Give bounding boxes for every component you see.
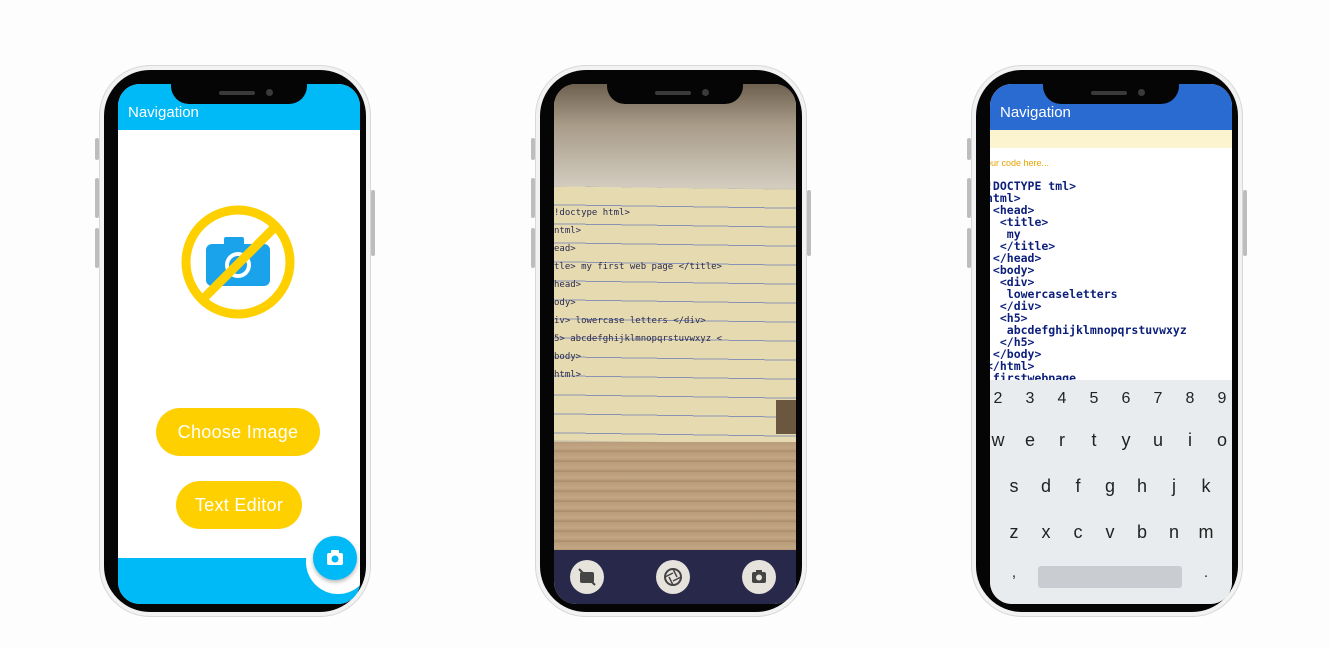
key[interactable]: b — [1130, 522, 1154, 543]
editor-toolbar — [990, 130, 1232, 148]
key[interactable]: 9 — [1210, 390, 1232, 408]
handwritten-paper — [554, 186, 796, 444]
camera-icon — [327, 550, 343, 565]
key[interactable]: o — [1210, 430, 1232, 451]
key[interactable]: c — [1066, 522, 1090, 543]
key[interactable]: x — [1034, 522, 1058, 543]
shutter-icon — [664, 568, 682, 586]
key[interactable]: j — [1162, 476, 1186, 497]
key[interactable]: y — [1114, 430, 1138, 451]
text-editor-button[interactable]: Text Editor — [176, 481, 302, 529]
handwriting-line: body> — [554, 352, 582, 362]
key[interactable]: 4 — [1050, 390, 1074, 408]
key[interactable]: n — [1162, 522, 1186, 543]
handwriting-line: ead> — [554, 244, 576, 254]
handwriting-line: ntml> — [554, 226, 582, 236]
notch — [1043, 74, 1179, 104]
choose-image-button[interactable]: Choose Image — [156, 408, 320, 456]
app-bar-title: Navigation — [128, 104, 199, 121]
key[interactable]: m — [1194, 522, 1218, 543]
comma-key[interactable]: , — [1002, 564, 1026, 581]
notch — [171, 74, 307, 104]
key[interactable]: t — [1082, 430, 1106, 451]
handwriting-line: 5> abcdefghijklmnopqrstuvwxyz < — [554, 334, 722, 344]
camera-preview: !doctype html> ntml> ead> tle> my first … — [554, 84, 796, 550]
key[interactable]: z — [1002, 522, 1026, 543]
soft-keyboard: 2 3 4 5 6 7 8 9 w e r t y u i o s d f g … — [990, 380, 1232, 604]
key[interactable]: w — [990, 430, 1010, 451]
key[interactable]: g — [1098, 476, 1122, 497]
code-placeholder: our code here... — [990, 158, 1050, 168]
camera-off-icon — [578, 568, 596, 586]
camera-toolbar — [554, 550, 796, 604]
handwriting-line: tle> my first web page </title> — [554, 262, 722, 272]
shutter-button[interactable] — [656, 560, 690, 594]
no-photo-icon — [181, 205, 295, 319]
key[interactable]: 6 — [1114, 390, 1138, 408]
key[interactable]: e — [1018, 430, 1042, 451]
camera-fab-button[interactable] — [313, 536, 357, 580]
key[interactable]: 2 — [990, 390, 1010, 408]
app-bar-title: Navigation — [1000, 104, 1071, 121]
key[interactable]: 8 — [1178, 390, 1202, 408]
key[interactable]: r — [1050, 430, 1074, 451]
handwriting-line: html> — [554, 370, 582, 380]
key[interactable]: h — [1130, 476, 1154, 497]
key[interactable]: u — [1146, 430, 1170, 451]
key[interactable]: d — [1034, 476, 1058, 497]
key[interactable]: k — [1194, 476, 1218, 497]
phone-home-screen: Navigation Choose Image Text Editor — [95, 66, 375, 616]
switch-camera-button[interactable] — [742, 560, 776, 594]
code-editor[interactable]: !DOCTYPE tml> html> <head> <title> my </… — [990, 180, 1187, 384]
key[interactable]: f — [1066, 476, 1090, 497]
handwriting-line: iv> lowercase letters </div> — [554, 316, 706, 326]
space-key[interactable] — [1038, 566, 1182, 588]
phone-camera-screen: !doctype html> ntml> ead> tle> my first … — [531, 66, 811, 616]
switch-camera-icon — [752, 570, 766, 583]
key[interactable]: 7 — [1146, 390, 1170, 408]
handwriting-line: ody> — [554, 298, 576, 308]
camera-off-button[interactable] — [570, 560, 604, 594]
notch — [607, 74, 743, 104]
handwriting-line: head> — [554, 280, 582, 290]
period-key[interactable]: . — [1194, 564, 1218, 581]
key[interactable]: 5 — [1082, 390, 1106, 408]
key[interactable]: v — [1098, 522, 1122, 543]
handwriting-line: !doctype html> — [554, 208, 630, 218]
key[interactable]: 3 — [1018, 390, 1042, 408]
phone-text-editor-screen: Navigation our code here... !DOCTYPE tml… — [967, 66, 1247, 616]
key[interactable]: s — [1002, 476, 1026, 497]
key[interactable]: i — [1178, 430, 1202, 451]
